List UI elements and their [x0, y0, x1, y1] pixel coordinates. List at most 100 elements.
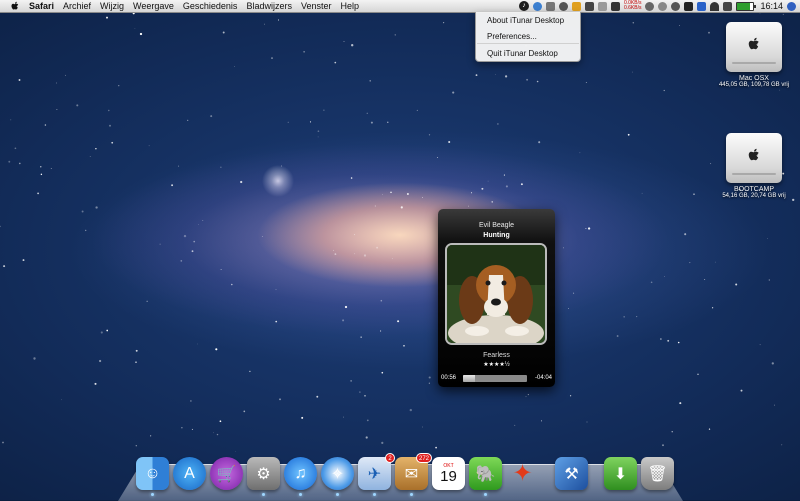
star — [527, 394, 529, 396]
calendar-icon[interactable]: OKT 19 — [432, 457, 465, 490]
star — [202, 220, 204, 221]
star — [541, 420, 542, 422]
memory-icon[interactable] — [610, 1, 620, 11]
bluetooth-icon[interactable] — [697, 1, 707, 11]
star — [569, 395, 572, 397]
star — [249, 370, 251, 373]
star — [403, 344, 405, 347]
menu-venster[interactable]: Venster — [301, 1, 332, 11]
itunar-menu-icon[interactable]: ♪ — [518, 1, 529, 11]
drive-bootcamp[interactable]: BOOTCAMP 54,16 GB, 20,74 GB vrij — [714, 133, 794, 199]
star — [10, 119, 12, 121]
wifi-icon[interactable] — [710, 1, 720, 11]
star — [191, 250, 194, 253]
cloud-icon[interactable] — [658, 1, 668, 11]
star — [693, 193, 695, 195]
star — [279, 398, 281, 401]
menu-wijzig[interactable]: Wijzig — [100, 1, 124, 11]
star — [381, 441, 384, 445]
plugin-icon[interactable] — [545, 1, 555, 11]
apple-menu-icon[interactable] — [9, 0, 21, 12]
trash-icon[interactable]: 🗑 — [641, 457, 674, 490]
star — [14, 147, 17, 150]
star — [264, 23, 265, 25]
menu-geschiedenis[interactable]: Geschiedenis — [183, 1, 238, 11]
rating-stars[interactable]: ★★★★½ — [438, 361, 555, 368]
mail-icon[interactable]: ✈ 2 — [358, 453, 395, 496]
eject-icon[interactable] — [684, 1, 694, 11]
dropbox-icon[interactable] — [671, 1, 681, 11]
xcode-icon[interactable]: ⚒ — [555, 457, 588, 490]
album-artwork[interactable] — [445, 243, 547, 345]
star — [428, 382, 430, 384]
menu-item-quit[interactable]: Quit iTunar Desktop — [487, 49, 558, 58]
star — [222, 31, 225, 34]
itunar-widget[interactable]: Evil Beagle Hunting Fearless ★★★★½ 00:56… — [438, 209, 555, 387]
menu-app-name[interactable]: Safari — [29, 1, 54, 11]
evernote-icon[interactable]: 🐘 — [469, 457, 502, 496]
star — [135, 445, 137, 447]
clipboard-icon[interactable] — [597, 1, 607, 11]
menu-clock[interactable]: 16:14 — [760, 1, 783, 11]
itunes-icon[interactable]: ♫ — [284, 457, 317, 496]
star-field — [0, 12, 795, 452]
star — [684, 233, 687, 236]
star — [409, 408, 412, 412]
menu-archief[interactable]: Archief — [63, 1, 91, 11]
progress-bar[interactable] — [463, 375, 527, 382]
star — [317, 136, 319, 138]
drive-mac-osx[interactable]: Mac OSX 445,05 GB, 109,78 GB vrij — [714, 22, 794, 88]
menu-item-about[interactable]: About iTunar Desktop — [487, 16, 564, 25]
menu-help[interactable]: Help — [340, 1, 359, 11]
volume-icon[interactable] — [723, 1, 733, 11]
star — [711, 307, 714, 309]
menu-item-preferences[interactable]: Preferences... — [487, 32, 537, 41]
paw-icon[interactable] — [584, 1, 594, 11]
star — [106, 329, 109, 332]
star — [350, 380, 352, 382]
menu-bladwijzers[interactable]: Bladwijzers — [246, 1, 292, 11]
battery-icon[interactable] — [736, 1, 757, 11]
app-store-icon[interactable]: A — [173, 457, 206, 490]
star — [343, 41, 345, 42]
star — [631, 71, 633, 73]
menu-weergave[interactable]: Weergave — [133, 1, 174, 11]
package-badge: 272 — [415, 453, 432, 463]
star — [704, 278, 706, 280]
padlock-icon[interactable] — [571, 1, 581, 11]
star — [443, 22, 445, 24]
menu-bar: Safari Archief Wijzig Weergave Geschiede… — [0, 0, 800, 13]
spotlight-icon[interactable] — [787, 1, 796, 11]
star — [37, 192, 40, 195]
star — [44, 124, 47, 126]
star — [380, 299, 383, 302]
star — [382, 194, 383, 195]
network-speed[interactable]: 0.0KB/s 0.6KB/s — [624, 1, 642, 11]
sync-icon[interactable] — [532, 1, 542, 11]
system-preferences-icon[interactable]: ⚙ — [247, 457, 280, 496]
clock-icon[interactable] — [645, 1, 655, 11]
star — [61, 399, 63, 401]
star — [370, 121, 373, 124]
calendar-day: 19 — [440, 467, 457, 485]
star — [231, 283, 233, 286]
star — [491, 201, 493, 203]
flashcard-icon[interactable]: ✦ — [506, 457, 539, 490]
star — [437, 156, 439, 158]
lock-icon[interactable] — [558, 1, 568, 11]
star — [376, 246, 379, 249]
itunes-store-icon[interactable]: 🛒 — [210, 457, 243, 490]
star — [363, 254, 367, 257]
downloads-folder-icon[interactable]: ⬇ — [604, 457, 637, 490]
star — [139, 32, 143, 36]
star — [261, 236, 263, 237]
star — [135, 349, 138, 352]
safari-icon[interactable]: ✧ — [321, 457, 354, 496]
star — [354, 253, 355, 255]
package-icon[interactable]: ✉ 272 — [395, 453, 432, 496]
star — [210, 115, 213, 118]
finder-icon[interactable]: ☺ — [136, 457, 169, 496]
star — [759, 344, 761, 346]
drive-info: 445,05 GB, 109,78 GB vrij — [718, 82, 790, 88]
net-down-text: 0.6KB/s — [623, 5, 642, 11]
